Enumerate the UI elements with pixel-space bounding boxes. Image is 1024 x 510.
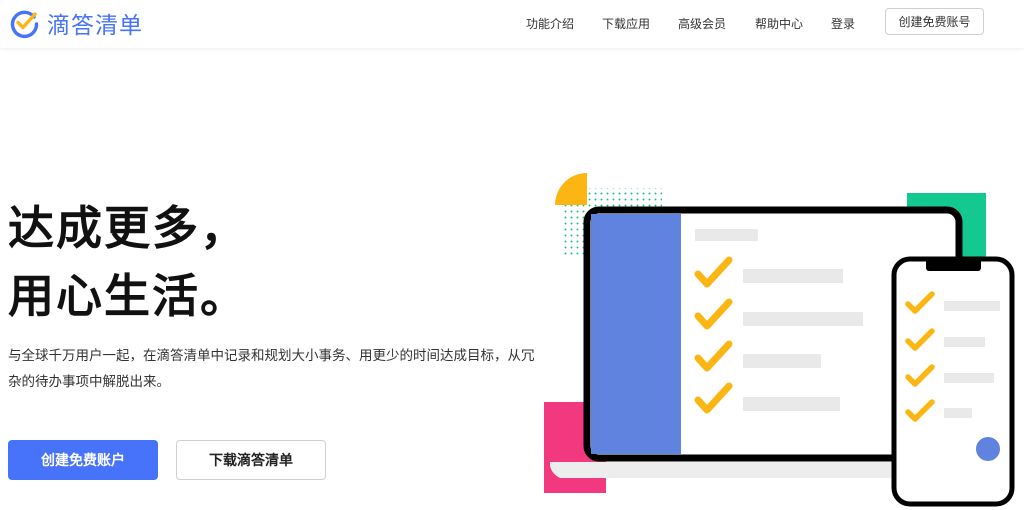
laptop-header-bar xyxy=(695,229,758,241)
yellow-quarter-circle xyxy=(555,173,587,205)
header: 滴答清单 功能介绍 下载应用 高级会员 帮助中心 登录 创建免费账号 xyxy=(0,0,1024,48)
laptop-sidebar xyxy=(591,214,681,454)
nav-help-center[interactable]: 帮助中心 xyxy=(755,15,803,32)
laptop-base xyxy=(550,462,925,478)
nav-login[interactable]: 登录 xyxy=(831,15,855,32)
phone-notch xyxy=(926,258,981,271)
download-app-button[interactable]: 下载滴答清单 xyxy=(176,440,326,480)
nav-premium[interactable]: 高级会员 xyxy=(678,15,726,32)
circle-button-icon xyxy=(976,437,1000,461)
create-account-button[interactable]: 创建免费账号 xyxy=(885,8,984,35)
headline-line-1: 达成更多， xyxy=(8,201,248,255)
hero-description: 与全球千万用户一起，在滴答清单中记录和规划大小事务、用更少的时间达成目标，从冗杂… xyxy=(8,348,535,390)
headline-line-2: 用心生活。 xyxy=(8,269,248,323)
nav-features[interactable]: 功能介绍 xyxy=(526,15,574,32)
logo[interactable]: 滴答清单 xyxy=(8,6,143,40)
logo-text: 滴答清单 xyxy=(47,13,143,39)
create-free-account-button[interactable]: 创建免费账户 xyxy=(8,440,158,480)
checkmark-circle-icon xyxy=(10,10,39,39)
product-illustration xyxy=(544,173,1015,507)
nav-download[interactable]: 下载应用 xyxy=(602,15,650,32)
